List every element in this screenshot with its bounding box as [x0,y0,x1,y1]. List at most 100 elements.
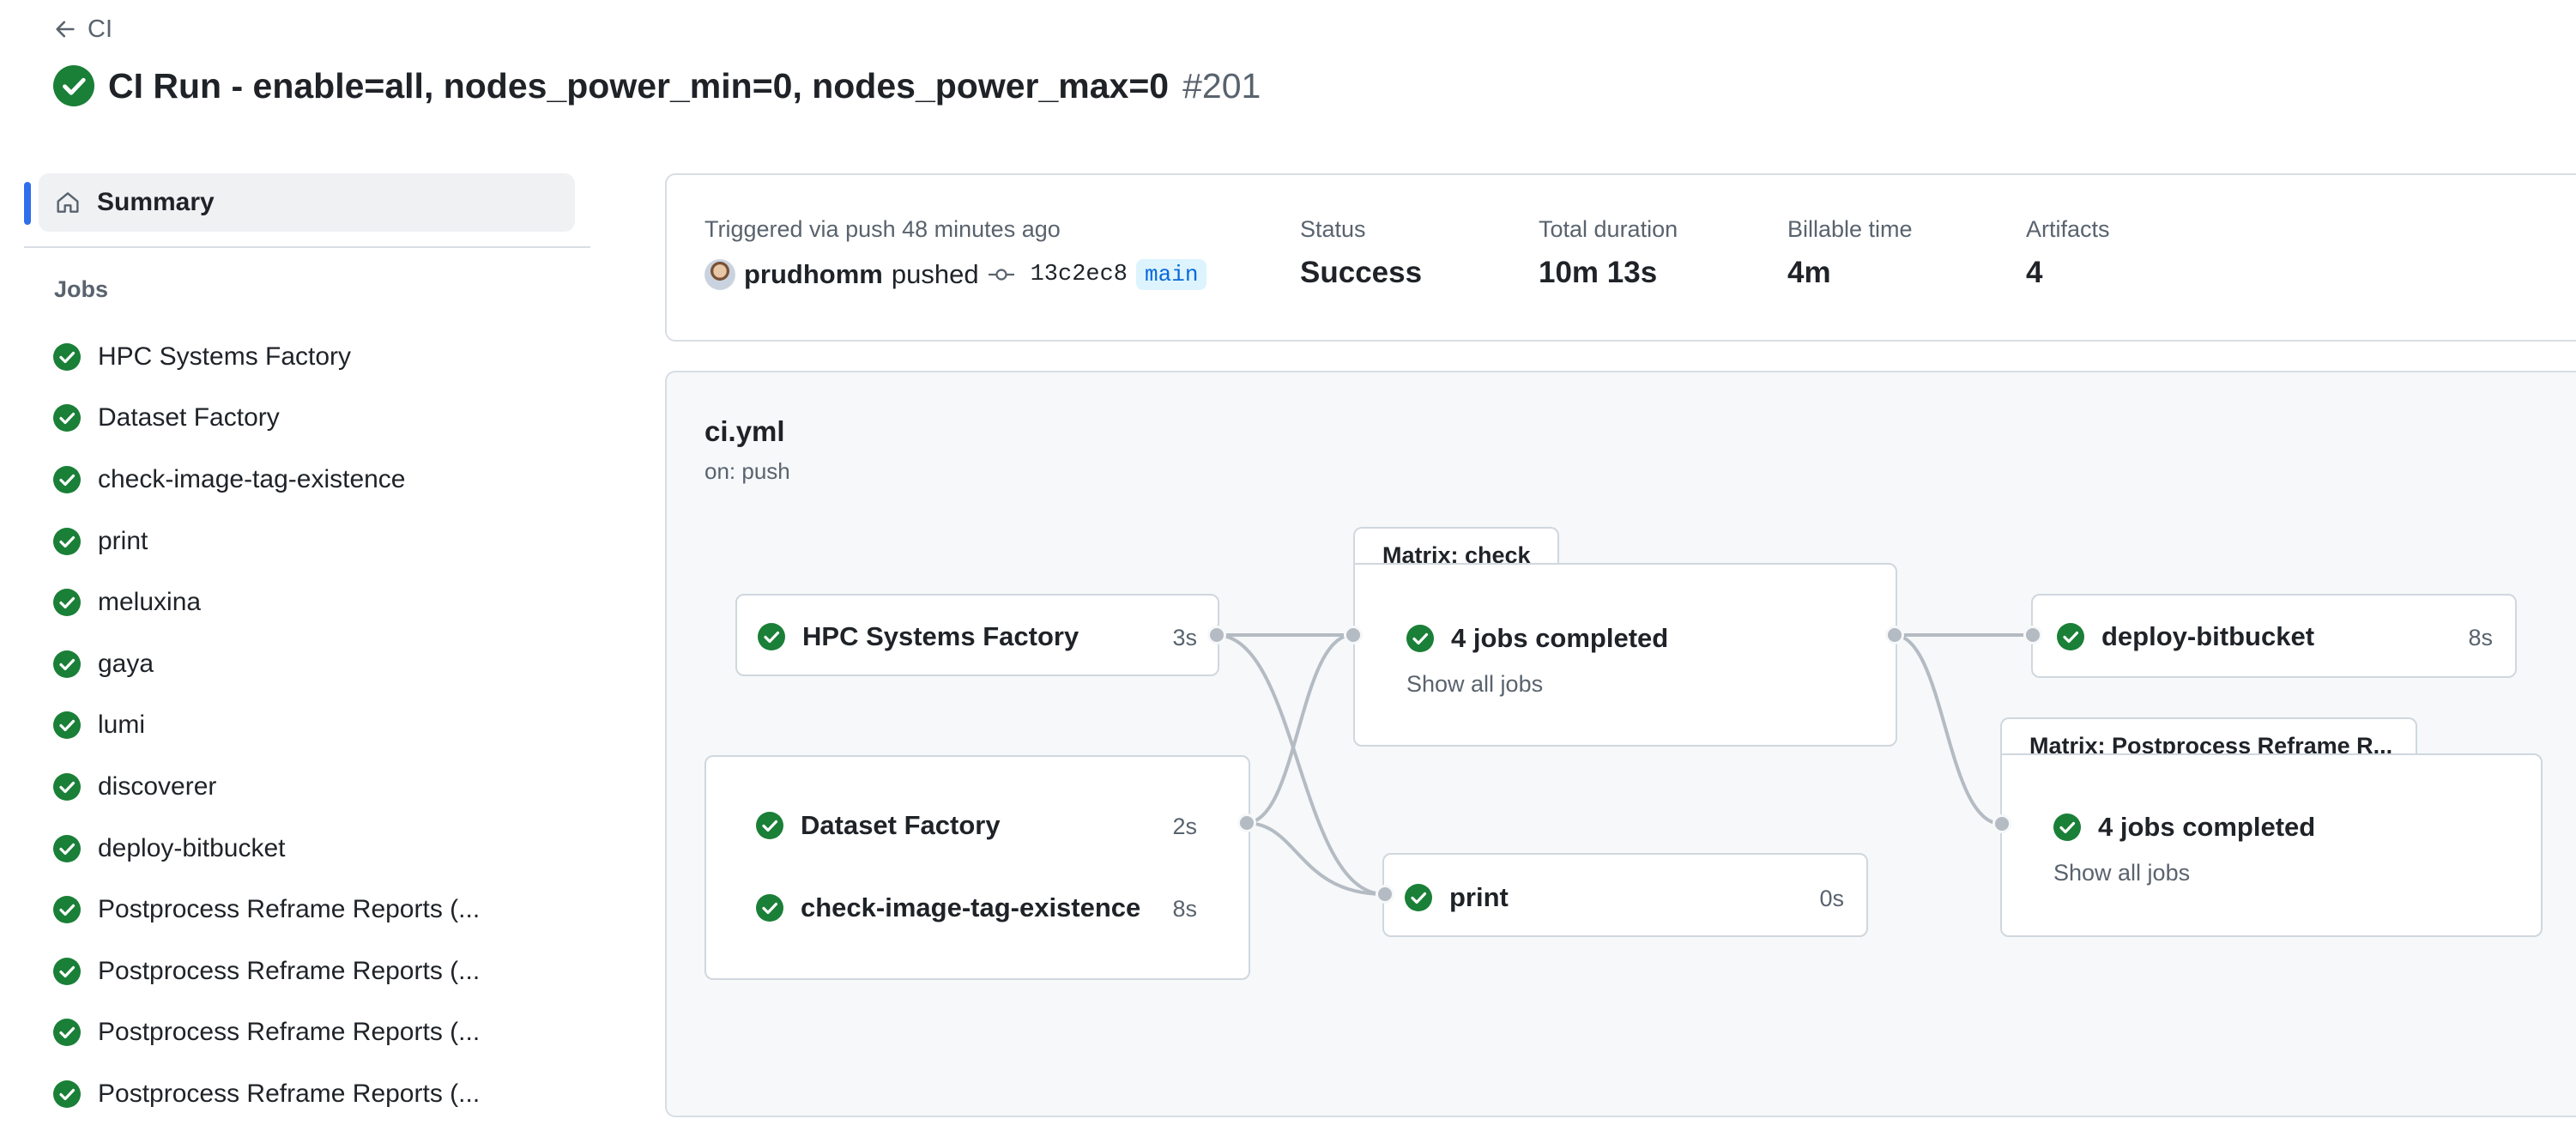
connector-dot [1992,814,2011,833]
run-title: CI Run - enable=all, nodes_power_min=0, … [108,65,1170,106]
job-name: meluxina [98,588,202,617]
sidebar-job-item[interactable]: print [53,511,480,572]
job-name: gaya [98,649,154,678]
billable-value: 4m [1787,256,1831,289]
back-link[interactable]: CI [53,12,112,46]
success-check-icon [53,65,94,106]
duration-value: 10m 13s [1539,256,1658,289]
job-duration: 3s [1172,625,1197,650]
job-name: Postprocess Reframe Reports (... [98,1079,481,1108]
job-node-hpc-systems-factory[interactable]: HPC Systems Factory 3s [735,594,1219,676]
job-name: print [98,526,148,555]
success-check-icon [53,896,81,923]
matrix-node-check[interactable]: 4 jobs completed Show all jobs [1353,563,1897,747]
job-name: Postprocess Reframe Reports (... [98,1018,481,1047]
artifacts-count[interactable]: 4 [2026,256,2042,290]
sidebar-job-item[interactable]: check-image-tag-existence [53,449,480,511]
sidebar-job-item[interactable]: Postprocess Reframe Reports (... [53,879,480,941]
workflow-graph: ci.yml on: push HPC Systems Factory 3s D… [665,371,2576,1117]
success-check-icon [53,835,81,862]
success-check-icon [1406,625,1434,652]
job-duration: 8s [1172,896,1197,922]
duration-label: Total duration [1539,216,1678,242]
success-check-icon [758,623,785,650]
trigger-info: Triggered via push 48 minutes ago [704,216,1061,242]
success-check-icon [53,1080,81,1108]
success-check-icon [53,1019,81,1046]
success-check-icon [53,528,81,555]
job-name: HPC Systems Factory [802,621,1079,651]
page-title: CI Run - enable=all, nodes_power_min=0, … [53,60,1261,112]
artifacts-label: Artifacts [2026,216,2110,242]
matrix-tab-postprocess: Matrix: Postprocess Reframe R... [2000,717,2417,759]
job-row-dataset-factory[interactable]: Dataset Factory [756,810,1001,841]
sidebar-job-item[interactable]: gaya [53,633,480,695]
job-name: Postprocess Reframe Reports (... [98,956,481,985]
job-duration: 8s [2468,625,2493,650]
push-info: prudhomm pushed 13c2ec8 main [704,259,1207,290]
success-check-icon [53,958,81,985]
success-check-icon [53,404,81,432]
success-check-icon [756,812,783,839]
sidebar-job-item[interactable]: Dataset Factory [53,388,480,450]
branch-badge[interactable]: main [1136,259,1207,290]
success-check-icon [2053,814,2081,841]
git-commit-icon [988,269,1014,281]
sidebar-job-item[interactable]: deploy-bitbucket [53,818,480,880]
show-all-jobs-link[interactable]: Show all jobs [1406,671,1543,698]
job-row-check-image-tag-existence[interactable]: check-image-tag-existence [756,892,1140,923]
success-check-icon [53,343,81,371]
avatar[interactable] [704,259,735,290]
jobs-list: HPC Systems Factory Dataset Factory check-… [53,326,480,1125]
back-link-label: CI [88,15,112,43]
success-check-icon [53,773,81,801]
sidebar-job-item[interactable]: meluxina [53,572,480,633]
sidebar-job-item[interactable]: Postprocess Reframe Reports (... [53,941,480,1002]
sidebar-job-item[interactable]: Postprocess Reframe Reports (... [53,1063,480,1125]
success-check-icon [53,589,81,616]
job-node-deploy-bitbucket[interactable]: deploy-bitbucket 8s [2031,594,2517,678]
commit-sha[interactable]: 13c2ec8 [1031,262,1128,287]
matrix-completed: 4 jobs completed [1451,623,1669,653]
job-name: lumi [98,711,146,740]
sidebar-job-item[interactable]: lumi [53,695,480,757]
job-name: Postprocess Reframe Reports (... [98,895,481,924]
billable-label: Billable time [1787,216,1913,242]
connector-dot [1376,885,1394,904]
status-label: Status [1300,216,1366,242]
success-check-icon [756,894,783,922]
success-check-icon [2057,623,2084,650]
job-duration: 0s [1819,886,1844,911]
push-action: pushed [891,259,979,289]
success-check-icon [1405,884,1432,911]
job-name: print [1449,882,1509,912]
job-duration: 2s [1172,814,1197,839]
job-name: Dataset Factory [801,810,1001,840]
matrix-completed: 4 jobs completed [2098,812,2316,842]
sidebar-item-summary[interactable]: Summary [39,173,575,232]
matrix-tab-check: Matrix: check [1353,527,1559,568]
sidebar-item-label: Summary [97,188,215,216]
job-node-print[interactable]: print 0s [1382,853,1868,937]
job-name: check-image-tag-existence [98,464,406,493]
job-name: Dataset Factory [98,403,280,432]
matrix-node-postprocess[interactable]: 4 jobs completed Show all jobs [2000,753,2543,937]
job-group-dataset: Dataset Factory 2s check-image-tag-exist… [704,755,1250,980]
job-name: deploy-bitbucket [2101,621,2315,651]
show-all-jobs-link[interactable]: Show all jobs [2053,860,2190,886]
run-number: #201 [1182,65,1261,106]
active-indicator [24,182,31,225]
sidebar-job-item[interactable]: Postprocess Reframe Reports (... [53,1002,480,1064]
run-summary-card: Triggered via push 48 minutes ago prudho… [665,173,2576,342]
user-link[interactable]: prudhomm [744,259,883,290]
divider [24,246,590,248]
arrow-left-icon [56,21,75,38]
connector-dot [1207,626,1226,644]
success-check-icon [53,466,81,493]
connector-dot [2023,626,2042,644]
sidebar-job-item[interactable]: discoverer [53,756,480,818]
sidebar-job-item[interactable]: HPC Systems Factory [53,326,480,388]
connector-dot [1237,814,1256,832]
job-name: check-image-tag-existence [801,892,1141,922]
job-name: deploy-bitbucket [98,833,286,862]
